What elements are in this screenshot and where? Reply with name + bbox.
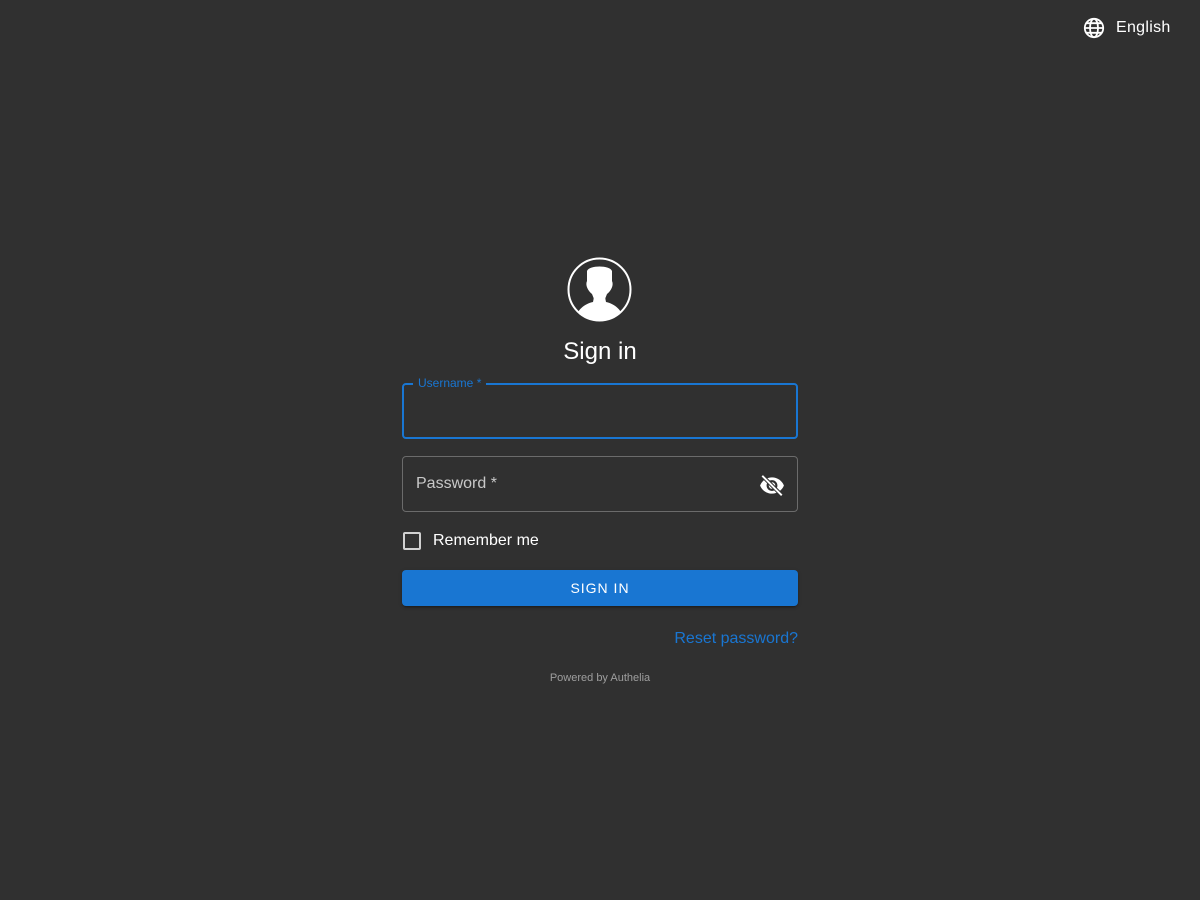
user-silhouette-icon xyxy=(567,257,632,322)
globe-icon xyxy=(1082,16,1106,40)
powered-by-footer: Powered by Authelia xyxy=(549,672,651,684)
password-input[interactable] xyxy=(403,457,797,511)
language-selector[interactable]: English xyxy=(1082,16,1171,40)
username-input[interactable] xyxy=(404,385,796,437)
reset-password-link[interactable]: Reset password? xyxy=(674,630,798,648)
username-field[interactable]: Username * xyxy=(402,376,798,439)
eye-off-icon[interactable] xyxy=(759,472,785,498)
remember-me-option[interactable]: Remember me xyxy=(403,531,539,551)
password-field[interactable]: Password * xyxy=(402,456,798,512)
remember-me-checkbox[interactable] xyxy=(403,532,421,550)
language-label: English xyxy=(1116,19,1171,36)
page-title: Sign in xyxy=(563,338,637,365)
sign-in-button[interactable]: SIGN IN xyxy=(402,570,798,606)
remember-me-label: Remember me xyxy=(433,532,539,549)
